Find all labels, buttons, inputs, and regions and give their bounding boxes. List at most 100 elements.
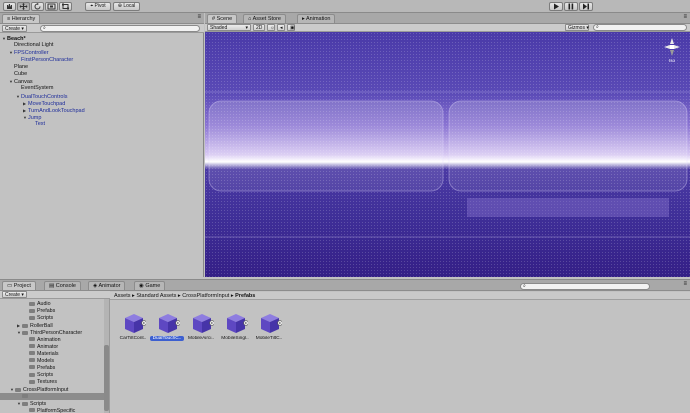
folder-tree-label: Scripts	[37, 372, 54, 378]
tab-asset-store[interactable]: ⌂ Asset Store	[243, 14, 286, 23]
image-icon: ▣	[290, 25, 295, 31]
tree-scrollbar[interactable]	[104, 299, 109, 413]
folder-tree-label: Models	[37, 357, 55, 364]
rotate-tool-button[interactable]	[31, 2, 44, 11]
hierarchy-row[interactable]: ▼FPSController	[9, 49, 49, 56]
prefab-asset-tile[interactable]: DualTouchC..	[150, 309, 184, 349]
hierarchy-row[interactable]: ▼Beach*	[2, 35, 26, 42]
prefab-cube-icon	[159, 314, 180, 333]
folder-tree-label: Materials	[37, 350, 59, 357]
folder-tree-item[interactable]: Models	[24, 358, 54, 365]
main-toolbar: ⌖ Pivot ⊕ Local	[0, 0, 690, 13]
2d-toggle[interactable]: 2D	[253, 24, 265, 31]
scale-icon	[47, 3, 56, 10]
folder-icon	[29, 337, 35, 342]
folder-tree-item[interactable]: ▶ RollerBall	[17, 322, 53, 329]
folder-tree-item[interactable]: Scripts	[24, 372, 53, 379]
tab-project[interactable]: ▭ Project	[2, 281, 36, 290]
hierarchy-row-label: Cube	[14, 71, 28, 77]
pivot-label: Pivot	[94, 3, 106, 9]
play-icon	[554, 3, 559, 10]
rect-tool-button[interactable]	[59, 2, 72, 11]
scene-viewport[interactable]: Iso	[205, 32, 690, 277]
folder-tree-label: Scripts	[30, 401, 47, 408]
search-icon: ⌕	[43, 25, 46, 31]
folder-icon	[29, 379, 35, 384]
prefab-asset-tile[interactable]: CarTiltCont..	[116, 309, 150, 349]
console-icon: ▤	[49, 283, 55, 289]
hierarchy-row[interactable]: ▼Jump	[23, 114, 41, 121]
folder-tree-item[interactable]: ▼ ThirdPersonCharacter	[17, 329, 82, 336]
shading-label: Shaded	[210, 25, 228, 31]
shading-mode-dropdown[interactable]: Shaded ▾	[207, 24, 251, 31]
speaker-icon: ◂	[280, 25, 283, 31]
create-asset-button[interactable]: Create ▾	[2, 291, 27, 298]
folder-tree-item[interactable]: Animator	[24, 344, 58, 351]
dropdown-arrow-icon: ▾	[21, 26, 24, 32]
tab-console[interactable]: ▤ Console	[44, 281, 81, 290]
folder-tree-item[interactable]: Animation	[24, 337, 61, 344]
effects-toggle[interactable]: ▣	[287, 24, 295, 31]
folder-tree-item[interactable]: Prefabs	[24, 308, 55, 315]
step-icon	[583, 3, 589, 10]
pivot-icon: ⌖	[90, 3, 94, 9]
hierarchy-row[interactable]: ▶ TurnAndLookTouchpad	[23, 107, 85, 114]
create-button[interactable]: Create ▾	[2, 25, 27, 32]
jump-button-rect[interactable]	[467, 198, 669, 217]
folder-tree-item[interactable]: Scripts	[24, 315, 53, 322]
step-button[interactable]	[579, 2, 593, 11]
scale-tool-button[interactable]	[45, 2, 58, 11]
prefab-asset-tile[interactable]: MobileTiltC..	[252, 309, 286, 349]
tree-scrollbar-thumb[interactable]	[104, 345, 109, 411]
pause-button[interactable]	[564, 2, 578, 11]
prefab-cube-icon	[227, 314, 248, 333]
prefab-asset-tile[interactable]: MobileSingl..	[218, 309, 252, 349]
folder-icon	[29, 315, 35, 320]
hierarchy-row[interactable]: Directional Light	[9, 42, 53, 49]
prefab-asset-tile[interactable]: MobileAirci..	[184, 309, 218, 349]
audio-toggle[interactable]: ◂	[277, 24, 285, 31]
move-tool-button[interactable]	[17, 2, 30, 11]
space-toggle[interactable]: ⊕ Local	[113, 2, 140, 11]
lighting-toggle[interactable]: ☼	[267, 24, 275, 31]
folder-tree-item[interactable]: Audio	[24, 301, 51, 308]
move-touchpad-rect[interactable]	[208, 100, 444, 192]
hierarchy-row[interactable]: EventSystem	[16, 85, 53, 92]
hierarchy-row-label: Text	[35, 121, 46, 128]
hierarchy-row[interactable]: ▼DualTouchControls	[16, 93, 67, 100]
folder-tree-item[interactable]: PlatformSpecific	[24, 408, 75, 413]
tab-hierarchy[interactable]: ≡ Hierarchy	[2, 14, 41, 23]
tab-animation[interactable]: ▸ Animation	[297, 14, 336, 23]
hierarchy-search-input[interactable]: ⌕	[40, 25, 200, 32]
hierarchy-row[interactable]: Plane	[9, 64, 28, 71]
gizmos-dropdown[interactable]: Gizmos ▾	[565, 24, 589, 31]
folder-icon	[22, 323, 28, 328]
2d-label: 2D	[256, 25, 263, 31]
hierarchy-row-label: DualTouchControls	[21, 93, 68, 100]
panel-menu-icon[interactable]: ≡	[683, 14, 687, 20]
folder-tree-item[interactable]: Textures	[24, 379, 57, 386]
hierarchy-row[interactable]: Text	[30, 121, 45, 128]
hierarchy-row[interactable]: Cube	[9, 71, 27, 78]
move-icon	[19, 3, 28, 10]
hand-tool-button[interactable]	[3, 2, 16, 11]
hierarchy-row[interactable]: ▼Canvas	[9, 78, 33, 85]
hierarchy-row[interactable]: FirstPersonCharacter	[16, 57, 73, 64]
folder-tree-label: Prefabs	[37, 364, 56, 371]
orientation-gizmo[interactable]: Iso	[662, 36, 682, 64]
folder-tree-item[interactable]: ▼ Scripts	[17, 400, 46, 407]
dropdown-arrow-icon: ▾	[586, 25, 589, 31]
panel-menu-icon[interactable]: ≡	[197, 14, 201, 20]
pivot-toggle[interactable]: ⌖ Pivot	[85, 2, 111, 11]
play-button[interactable]	[549, 2, 563, 11]
folder-tree-item[interactable]: Materials	[24, 351, 59, 358]
folder-tree-item[interactable]	[0, 393, 104, 401]
folder-tree-item[interactable]: Prefabs	[24, 365, 55, 372]
folder-icon	[22, 401, 28, 406]
folder-tree-item[interactable]: ▼ CrossPlatformInput	[10, 386, 68, 393]
tab-scene[interactable]: # Scene	[207, 14, 238, 23]
scene-search-input[interactable]: ⌕	[593, 24, 687, 31]
turn-and-look-touchpad-rect[interactable]	[448, 100, 688, 192]
project-folder-tree: Audio Prefabs Scripts ▶ RollerBall ▼ ThirdPers…	[0, 299, 110, 413]
hierarchy-row[interactable]: ▶ MoveTouchpad	[23, 100, 65, 107]
